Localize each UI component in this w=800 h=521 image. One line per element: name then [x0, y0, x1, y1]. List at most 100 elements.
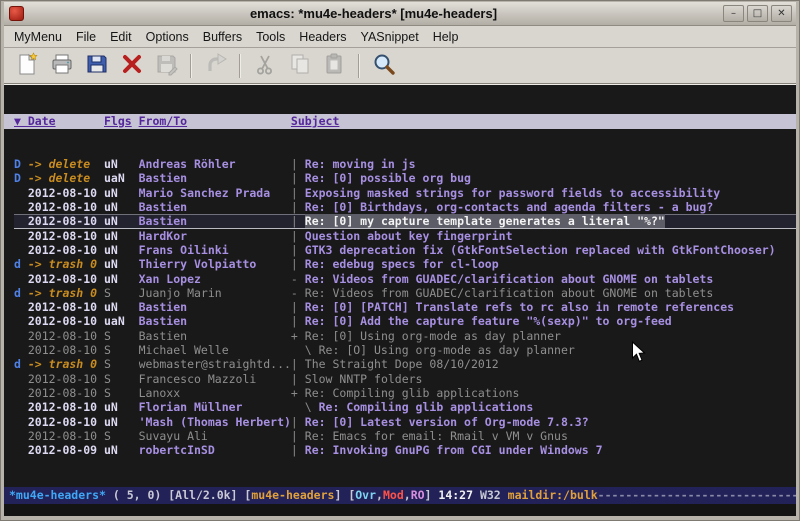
message-from: Bastien: [139, 171, 291, 185]
message-date: -> delete: [28, 171, 104, 185]
message-date: 2012-08-10: [28, 329, 104, 343]
menu-item-edit[interactable]: Edit: [103, 27, 139, 47]
close-button[interactable]: ✕: [771, 5, 792, 22]
menu-item-mymenu[interactable]: MyMenu: [7, 27, 69, 47]
mode-line: *mu4e-headers* ( 5, 0) [All/2.0k] [mu4e-…: [4, 487, 796, 504]
modeline-plain: ,: [376, 488, 383, 502]
message-date: -> delete: [28, 157, 104, 171]
message-row[interactable]: 2012-08-10uNXan Lopez- Re: Videos from G…: [14, 272, 796, 286]
thread-indicator: |: [291, 443, 305, 457]
message-subject: Re: Invoking GnuPG from CGI under Window…: [305, 443, 603, 457]
modeline-time: 14:27: [438, 488, 480, 502]
cut-icon: [253, 52, 277, 79]
cut-button[interactable]: [248, 50, 281, 81]
message-date: 2012-08-10: [28, 300, 104, 314]
message-date: 2012-08-10: [28, 343, 104, 357]
message-subject: Slow NNTP folders: [305, 372, 423, 386]
message-date: 2012-08-09: [28, 443, 104, 457]
message-row[interactable]: 2012-08-10SBastien+ Re: [0] Using org-mo…: [14, 329, 796, 343]
message-subject: Re: [0] Birthdays, org-contacts and agen…: [305, 200, 714, 214]
save-as-button[interactable]: [150, 50, 183, 81]
modeline-plain: W32: [480, 488, 508, 502]
message-flags: uN: [104, 229, 139, 243]
menu-item-headers[interactable]: Headers: [292, 27, 353, 47]
message-row[interactable]: 2012-08-10SFrancesco Mazzoli| Slow NNTP …: [14, 372, 796, 386]
menu-item-buffers[interactable]: Buffers: [196, 27, 249, 47]
message-subject: Re: [0] Latest version of Org-mode 7.8.3…: [305, 415, 589, 429]
message-flags: S: [104, 286, 139, 300]
message-row[interactable]: 2012-08-10uNFrans Oilinki| GTK3 deprecat…: [14, 243, 796, 257]
thread-indicator: |: [291, 157, 305, 171]
thread-indicator: |: [291, 372, 305, 386]
window-controls: – □ ✕: [723, 5, 792, 22]
message-from: Michael Welle: [139, 343, 291, 357]
thread-indicator: |: [291, 186, 305, 200]
message-flags: S: [104, 343, 139, 357]
message-row[interactable]: 2012-08-10uNBastien| Re: [0] [PATCH] Tra…: [14, 300, 796, 314]
message-flags: S: [104, 357, 139, 371]
close-button[interactable]: [115, 50, 148, 81]
message-row[interactable]: 2012-08-10uNFlorian Müllner \ Re: Compil…: [14, 400, 796, 414]
toolbar-separator: [190, 54, 192, 78]
message-row[interactable]: 2012-08-10SSuvayu Ali| Re: Emacs for ema…: [14, 429, 796, 443]
message-date: 2012-08-10: [28, 229, 104, 243]
menu-item-options[interactable]: Options: [139, 27, 196, 47]
save-as-icon: [155, 52, 179, 79]
message-row[interactable]: 2012-08-10uNHardKor| Question about key …: [14, 229, 796, 243]
window-menu-icon[interactable]: [9, 6, 24, 21]
message-from: Florian Müllner: [139, 400, 291, 414]
print-button[interactable]: [45, 50, 78, 81]
paste-button[interactable]: [318, 50, 351, 81]
message-row[interactable]: 2012-08-10uNMario Sanchez Prada| Exposin…: [14, 186, 796, 200]
message-row[interactable]: d-> trash 0uNThierry Volpiatto| Re: edeb…: [14, 257, 796, 271]
message-row[interactable]: 2012-08-10SLanoxx+ Re: Compiling glib ap…: [14, 386, 796, 400]
message-row[interactable]: 2012-08-10uaNBastien| Re: [0] Add the ca…: [14, 314, 796, 328]
save-button[interactable]: [80, 50, 113, 81]
message-row[interactable]: 2012-08-09uNrobertcInSD| Re: Invoking Gn…: [14, 443, 796, 457]
minimize-button[interactable]: –: [723, 5, 744, 22]
thread-indicator: \: [291, 400, 319, 414]
message-subject: Re: Videos from GUADEC/clarification abo…: [305, 286, 714, 300]
menu-item-tools[interactable]: Tools: [249, 27, 292, 47]
message-from: Bastien: [139, 329, 291, 343]
tool-bar: [4, 48, 796, 84]
message-subject: GTK3 deprecation fix (GtkFontSelection r…: [305, 243, 776, 257]
maximize-button[interactable]: □: [747, 5, 768, 22]
message-row[interactable]: D-> deleteuaNBastien| Re: [0] possible o…: [14, 171, 796, 185]
message-flags: uaN: [104, 171, 139, 185]
thread-indicator: |: [291, 200, 305, 214]
copy-icon: [288, 52, 312, 79]
thread-indicator: -: [291, 272, 305, 286]
message-date: -> trash 0: [28, 357, 104, 371]
search-button[interactable]: [367, 50, 400, 81]
message-row[interactable]: D-> deleteuNAndreas Röhler| Re: moving i…: [14, 157, 796, 171]
message-date: -> trash 0: [28, 257, 104, 271]
message-row[interactable]: d-> trash 0SJuanjo Marin- Re: Videos fro…: [14, 286, 796, 300]
menu-item-yasnippet[interactable]: YASnippet: [354, 27, 426, 47]
message-flags: uN: [104, 157, 139, 171]
message-row[interactable]: 2012-08-10SMichael Welle \ Re: [O] Using…: [14, 343, 796, 357]
message-row[interactable]: 2012-08-10uN'Mash (Thomas Herbert)| Re: …: [14, 415, 796, 429]
menu-item-file[interactable]: File: [69, 27, 103, 47]
modeline-plain: ]: [334, 488, 348, 502]
message-row[interactable]: d-> trash 0Swebmaster@straightd...| The …: [14, 357, 796, 371]
message-from: 'Mash (Thomas Herbert): [139, 415, 291, 429]
message-date: 2012-08-10: [28, 243, 104, 257]
undo-button[interactable]: [199, 50, 232, 81]
column-flags: Flgs: [104, 114, 139, 129]
message-from: Xan Lopez: [139, 272, 291, 286]
thread-indicator: |: [291, 257, 305, 271]
message-row[interactable]: 2012-08-10uNBastien| Re: [0] Birthdays, …: [14, 200, 796, 214]
message-subject: Re: [0] [PATCH] Translate refs to rc als…: [305, 300, 734, 314]
undo-icon: [204, 52, 228, 79]
message-mark: d: [14, 357, 28, 371]
message-flags: uN: [104, 243, 139, 257]
message-row[interactable]: 2012-08-10uNBastien| Re: [0] my capture …: [14, 214, 796, 228]
message-from: Bastien: [139, 300, 291, 314]
window-title: emacs: *mu4e-headers* [mu4e-headers]: [24, 6, 723, 21]
message-from: Bastien: [139, 214, 291, 228]
message-from: Thierry Volpiatto: [139, 257, 291, 271]
new-file-button[interactable]: [10, 50, 43, 81]
menu-item-help[interactable]: Help: [426, 27, 466, 47]
copy-button[interactable]: [283, 50, 316, 81]
